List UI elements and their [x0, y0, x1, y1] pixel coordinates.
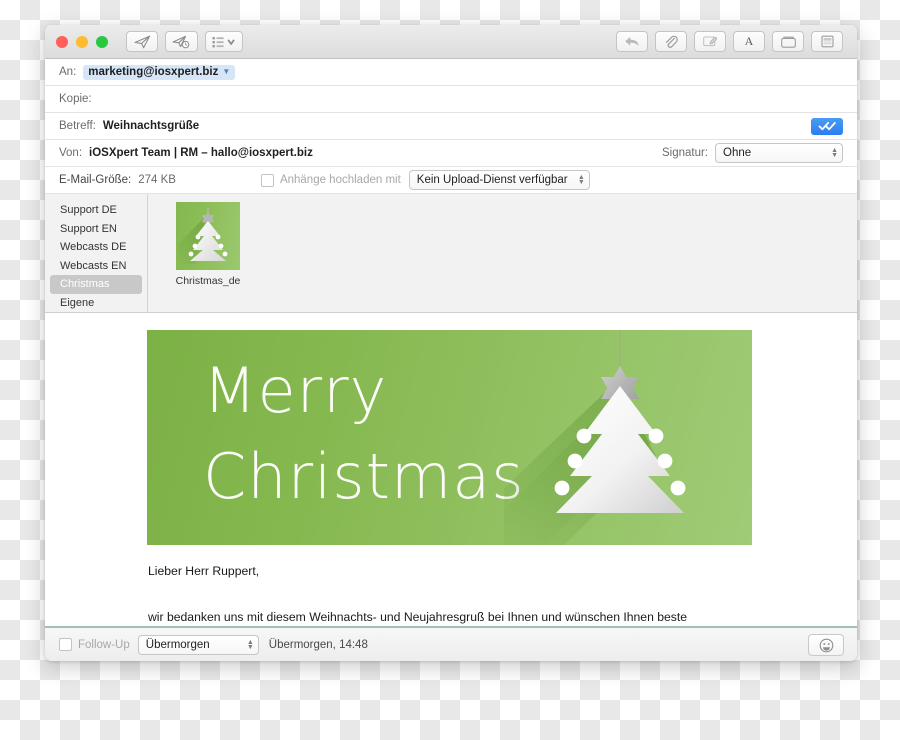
size-label: E-Mail-Größe: [59, 174, 132, 186]
to-label: An: [59, 66, 77, 78]
templates-button[interactable] [205, 31, 243, 52]
paper-plane-clock-icon [172, 35, 190, 48]
stepper-icon: ▲ ▼ [577, 174, 585, 186]
markup-button[interactable] [694, 31, 726, 52]
christmas-banner-image: Merry Christmas [147, 330, 752, 545]
markup-image-icon [702, 36, 717, 47]
letter-a-icon: A [744, 34, 754, 48]
zoom-window-button[interactable] [96, 35, 108, 48]
follow-up-label: Follow-Up [78, 638, 130, 651]
stationery-button[interactable] [811, 31, 843, 52]
from-label: Von: [59, 147, 83, 159]
size-value: 274 KB [138, 174, 176, 186]
emoji-button[interactable] [808, 634, 844, 656]
format-button[interactable]: A [733, 31, 765, 52]
attach-button[interactable] [655, 31, 687, 52]
upload-service-value: Kein Upload-Dienst verfügbar [416, 174, 568, 186]
template-card-label: Christmas_de [175, 275, 241, 287]
close-window-button[interactable] [56, 35, 68, 48]
smiley-icon [819, 638, 833, 652]
subject-field-row[interactable]: Betreff: Weihnachtsgrüße [45, 113, 857, 140]
paper-plane-icon [133, 35, 150, 48]
subject-label: Betreff: [59, 120, 96, 132]
read-receipt-button[interactable] [811, 117, 843, 135]
subject-value: Weihnachtsgrüße [102, 120, 200, 132]
window-icon [780, 36, 796, 48]
template-card[interactable]: Christmas_de [172, 202, 244, 312]
template-thumbnail [176, 202, 240, 270]
minimize-window-button[interactable] [76, 35, 88, 48]
follow-up-when-select[interactable]: Übermorgen ▲ ▼ [137, 634, 259, 655]
templates-panel: Support DE Support EN Webcasts DE Webcas… [45, 194, 857, 313]
sidebar-item-support-en[interactable]: Support EN [50, 220, 142, 239]
window-titlebar: A [45, 25, 857, 59]
to-field-row[interactable]: An: marketing@iosxpert.biz ▼ [45, 59, 857, 86]
salutation-line: Lieber Herr Ruppert, [148, 564, 260, 578]
window-controls [56, 35, 108, 48]
template-category-list: Support DE Support EN Webcasts DE Webcas… [45, 194, 148, 312]
signature-select[interactable]: Ohne ▲ ▼ [715, 143, 843, 163]
photo-browser-button[interactable] [772, 31, 804, 52]
follow-up-when-value: Übermorgen [145, 638, 210, 651]
stepper-icon: ▲ ▼ [831, 147, 838, 159]
sidebar-item-support-de[interactable]: Support DE [50, 201, 142, 220]
upload-attachments-checkbox[interactable] [260, 173, 274, 187]
signature-value: Ohne [723, 147, 752, 159]
christmas-tree-illustration [504, 330, 686, 545]
reply-arrow-icon [625, 37, 639, 46]
send-button[interactable] [126, 31, 158, 52]
sidebar-item-eigene[interactable]: Eigene [50, 294, 142, 313]
follow-up-date: Übermorgen, 14:48 [268, 638, 368, 651]
toolbar-left-group [126, 31, 243, 52]
sidebar-item-christmas[interactable]: Christmas [50, 275, 142, 294]
toolbar-right-group: A [616, 31, 843, 52]
reply-button[interactable] [616, 31, 648, 52]
size-field-row: E-Mail-Größe: 274 KB Anhänge hochladen m… [45, 167, 857, 194]
followup-bar: Follow-Up Übermorgen ▲ ▼ Übermorgen, 14:4… [45, 626, 857, 661]
recipient-token[interactable]: marketing@iosxpert.biz ▼ [83, 64, 236, 80]
signature-label: Signatur: [661, 147, 708, 159]
sidebar-item-webcasts-en[interactable]: Webcasts EN [50, 257, 142, 276]
message-text[interactable]: Lieber Herr Ruppert, wir bedanken uns mi… [148, 557, 748, 626]
upload-service-select[interactable]: Kein Upload-Dienst verfügbar ▲ ▼ [408, 170, 590, 190]
send-later-button[interactable] [165, 31, 198, 52]
christmas-tree-icon [178, 208, 228, 264]
cc-field-row[interactable]: Kopie: [45, 86, 857, 113]
body-paragraph: wir bedanken uns mit diesem Weihnachts- … [148, 610, 688, 624]
mail-compose-window: A An: marketing@iosxpert.biz ▼ Kopie: Be… [45, 25, 857, 661]
banner-title: Merry Christmas [203, 354, 525, 513]
stationery-icon [820, 35, 834, 48]
upload-attachments-label: Anhänge hochladen mit [279, 174, 401, 186]
message-body[interactable]: Merry Christmas Lieber Herr Ruppert, wir… [45, 313, 857, 626]
template-thumbnail-grid: Christmas_de [148, 194, 857, 312]
follow-up-checkbox[interactable] [59, 638, 72, 651]
from-value: iOSXpert Team | RM – hallo@iosxpert.biz [89, 147, 313, 159]
paperclip-icon [666, 35, 678, 48]
recipient-token-label: marketing@iosxpert.biz [88, 65, 219, 78]
chevron-down-icon: ▼ [222, 67, 231, 76]
sidebar-item-webcasts-de[interactable]: Webcasts DE [50, 238, 142, 257]
cc-label: Kopie: [59, 93, 92, 105]
from-field-row[interactable]: Von: iOSXpert Team | RM – hallo@iosxpert… [45, 140, 857, 167]
double-check-icon [818, 122, 836, 131]
stepper-icon: ▲ ▼ [246, 638, 254, 651]
list-chevron-icon [212, 36, 235, 47]
